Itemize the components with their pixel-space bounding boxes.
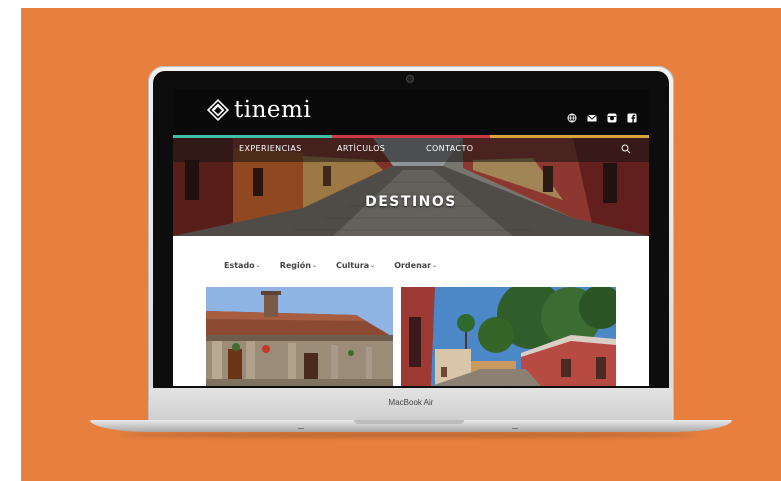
instagram-icon[interactable] [607, 108, 617, 123]
nav-contacto[interactable]: CONTACTO [426, 144, 473, 153]
chevron-down-icon: ⌄ [311, 262, 317, 269]
laptop-shadow [120, 432, 700, 438]
mail-icon[interactable] [587, 108, 597, 122]
filter-region[interactable]: Región ⌄ [280, 261, 317, 270]
colonial-house-image [206, 287, 393, 386]
card-colonial-house[interactable] [206, 287, 393, 386]
facebook-icon[interactable] [627, 108, 637, 123]
filter-estado[interactable]: Estado ⌄ [224, 261, 261, 270]
site-header: tinemi [173, 89, 649, 135]
cobbled-street-image [401, 287, 616, 386]
logo-text: tinemi [234, 97, 312, 123]
logo-diamond-icon [206, 98, 230, 122]
site-logo[interactable]: tinemi [206, 98, 311, 122]
laptop-screen: tinemi EXPERIENCIAS ARTÍCULOS CONTACTO D… [173, 89, 649, 386]
card-cobbled-street[interactable] [401, 287, 616, 386]
globe-icon[interactable] [567, 108, 577, 123]
filter-label: Ordenar [394, 261, 432, 270]
filter-bar: Estado ⌄ Región ⌄ Cultura ⌄ Ordenar ⌄ [224, 261, 437, 270]
laptop-foot [298, 428, 304, 429]
nav-articulos[interactable]: ARTÍCULOS [337, 144, 385, 153]
filter-label: Cultura [335, 261, 370, 270]
filter-label: Región [279, 261, 311, 270]
filter-ordenar[interactable]: Ordenar ⌄ [394, 261, 437, 270]
search-icon[interactable] [621, 144, 631, 154]
laptop-model-label: MacBook Air [388, 398, 434, 407]
laptop-notch [354, 420, 464, 424]
nav-experiencias[interactable]: EXPERIENCIAS [239, 144, 302, 153]
main-nav: EXPERIENCIAS ARTÍCULOS CONTACTO [173, 138, 649, 162]
hero-banner: EXPERIENCIAS ARTÍCULOS CONTACTO DESTINOS [173, 138, 649, 236]
laptop-foot [512, 428, 518, 429]
chevron-down-icon: ⌄ [432, 262, 438, 269]
chevron-down-icon: ⌄ [255, 262, 261, 269]
page-title: DESTINOS [365, 194, 457, 210]
social-links [567, 108, 637, 123]
chevron-down-icon: ⌄ [370, 262, 376, 269]
filter-label: Estado [224, 261, 255, 270]
filter-cultura[interactable]: Cultura ⌄ [336, 261, 375, 270]
camera-icon [407, 76, 413, 82]
